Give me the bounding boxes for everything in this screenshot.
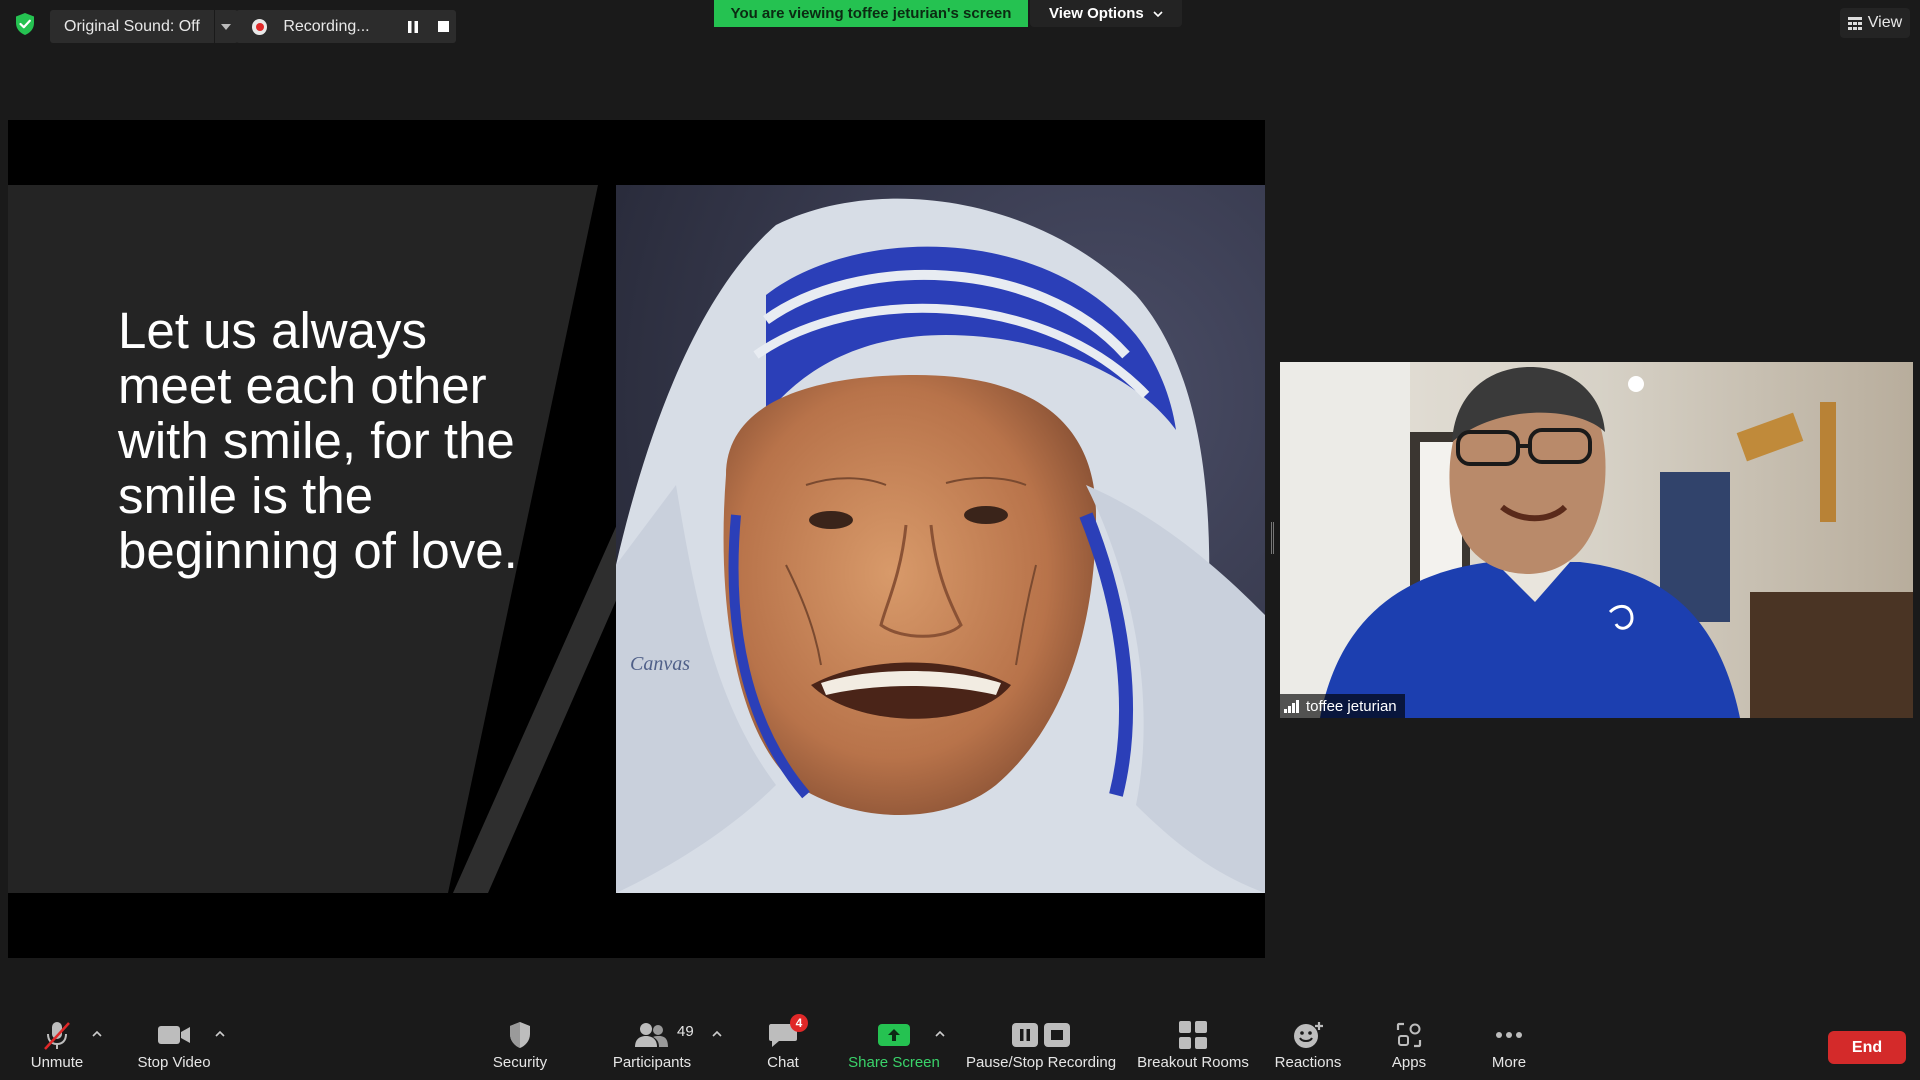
share-screen-label: Share Screen [848,1054,940,1071]
end-meeting-button[interactable]: End [1828,1031,1906,1064]
unmute-label: Unmute [30,1054,84,1071]
stop-video-button[interactable]: Stop Video [132,1016,216,1074]
security-button[interactable]: Security [488,1016,552,1074]
video-options-chevron[interactable] [212,1026,228,1042]
unmute-button[interactable]: Unmute [24,1016,90,1074]
shield-icon [508,1016,532,1054]
chat-label: Chat [767,1054,799,1071]
original-sound-toggle[interactable]: Original Sound: Off [50,10,238,43]
panel-resize-handle[interactable] [1271,522,1274,554]
view-label: View [1867,14,1903,31]
stop-icon [438,21,450,32]
pause-icon [407,20,418,33]
apps-button[interactable]: Apps [1386,1016,1432,1074]
share-options-chevron[interactable] [932,1026,948,1042]
view-options-label: View Options [1049,5,1144,22]
participant-name-tag: toffee jeturian [1280,694,1405,718]
camera-icon [158,1016,190,1054]
breakout-grid-icon [1179,1016,1207,1054]
view-options-button[interactable]: View Options [1030,0,1182,27]
record-icon [252,18,268,35]
zoom-meeting-window: Original Sound: Off Recording... You are… [0,0,1920,1080]
participant-video-tile[interactable]: toffee jeturian [1280,362,1913,718]
recording-indicator: Recording... [236,10,456,43]
chevron-down-icon [1153,11,1163,18]
reaction-smiley-icon [1293,1016,1323,1054]
chevron-down-icon[interactable] [213,10,238,43]
share-screen-button[interactable]: Share Screen [848,1016,940,1074]
ellipsis-icon [1495,1016,1523,1054]
signal-bars-icon [1284,699,1299,713]
microphone-muted-icon [42,1016,72,1054]
participant-video-frame [1280,362,1913,718]
more-label: More [1491,1054,1527,1071]
pause-recording-button[interactable] [400,10,425,43]
participant-name: toffee jeturian [1306,697,1397,715]
pause-stop-recording-label: Pause/Stop Recording [965,1054,1117,1071]
more-button[interactable]: More [1486,1016,1532,1074]
participants-button[interactable]: 49 Participants [606,1016,698,1074]
presentation-slide: Let us always meet each other with smile… [8,185,1265,893]
portrait-image: Canvas [616,185,1265,893]
stop-recording-button[interactable] [431,10,456,43]
reactions-button[interactable]: Reactions [1274,1016,1342,1074]
apps-label: Apps [1391,1054,1427,1071]
security-label: Security [492,1054,548,1071]
participants-options-chevron[interactable] [709,1026,725,1042]
shared-screen: Let us always meet each other with smile… [8,120,1265,958]
grid-icon [1847,16,1862,30]
stop-video-label: Stop Video [137,1054,211,1071]
pause-stop-recording-button[interactable]: Pause/Stop Recording [964,1016,1118,1074]
chat-button[interactable]: 4 Chat [762,1014,808,1074]
breakout-rooms-button[interactable]: Breakout Rooms [1136,1016,1250,1074]
share-arrow-icon [878,1016,910,1054]
people-icon: 49 [635,1016,694,1054]
chat-unread-badge: 4 [790,1014,808,1032]
reactions-label: Reactions [1274,1054,1342,1071]
participants-label: Participants [612,1054,692,1071]
chat-icon: 4 [768,1014,808,1054]
breakout-rooms-label: Breakout Rooms [1137,1054,1249,1071]
audio-options-chevron[interactable] [89,1026,105,1042]
pause-stop-icon [1012,1016,1070,1054]
apps-icon [1396,1016,1422,1054]
original-sound-label[interactable]: Original Sound: Off [50,10,214,43]
recording-label: Recording... [283,17,370,35]
slide-quote-text: Let us always meet each other with smile… [118,302,518,579]
viewing-screen-banner: You are viewing toffee jeturian's screen [714,0,1028,27]
portrait-signature: Canvas [630,653,690,675]
view-layout-button[interactable]: View [1840,8,1910,38]
security-shield-icon[interactable] [14,12,36,36]
participants-count: 49 [677,1023,694,1040]
